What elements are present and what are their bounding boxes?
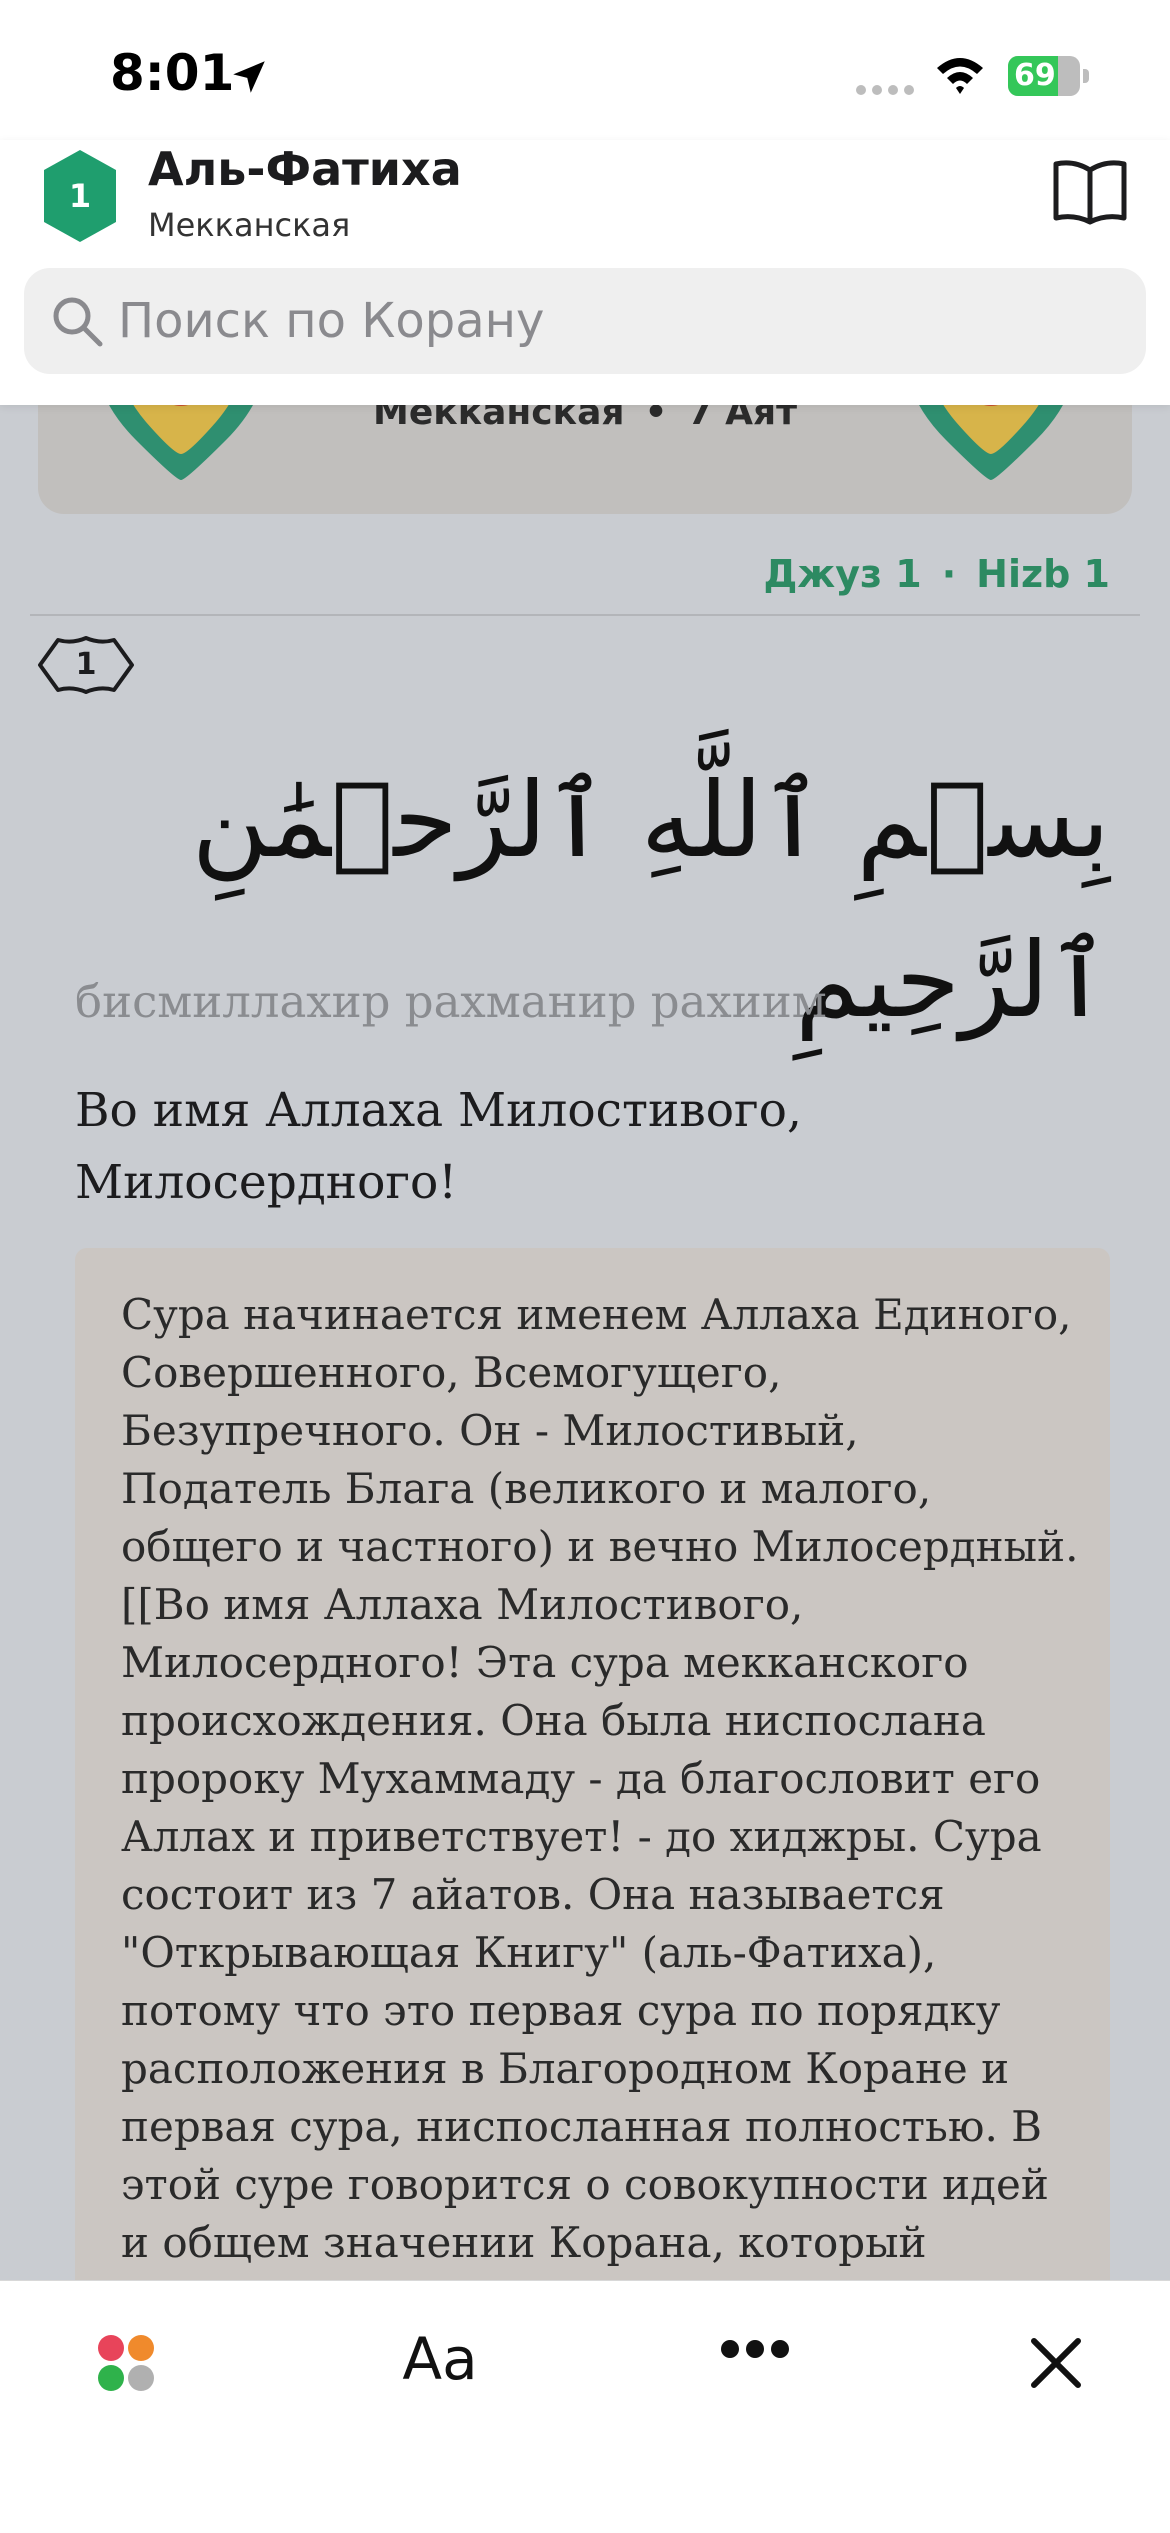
book-open-icon[interactable] (1052, 158, 1128, 226)
location-arrow-icon (233, 61, 265, 93)
surah-number-badge[interactable]: 1 (42, 148, 118, 244)
tafsir-text[interactable]: Сура начинается именем Аллаха Единого, С… (121, 1286, 1081, 2330)
cellular-signal-icon (856, 85, 914, 95)
color-palette-icon[interactable] (96, 2333, 156, 2393)
divider (30, 614, 1140, 616)
surah-type-label: Мекканская (148, 206, 351, 244)
wifi-icon (937, 58, 983, 94)
ayah-transliteration[interactable]: бисмиллахир рахманир рахиим (75, 975, 1115, 1028)
bottom-toolbar: Aa (0, 2280, 1170, 2533)
search-bar[interactable] (24, 268, 1146, 374)
surah-number: 1 (68, 177, 92, 215)
battery-cap (1083, 69, 1089, 83)
juz-hizb-label: Джуз 1 · Hizb 1 (0, 552, 1110, 596)
search-icon (53, 297, 103, 347)
juz-separator: · (941, 552, 957, 596)
battery-charging-icon: 69 (1008, 56, 1089, 96)
ayah-number: 1 (75, 647, 97, 682)
battery-level: 69 (1014, 58, 1056, 93)
more-dots-icon[interactable] (720, 2339, 790, 2359)
status-bar: 8:01 69 (0, 0, 1170, 140)
hizb-label: Hizb 1 (976, 552, 1110, 596)
tafsir-box: Сура начинается именем Аллаха Единого, С… (75, 1248, 1110, 2348)
juz-label: Джуз 1 (763, 552, 922, 596)
ayah-number-badge[interactable]: 1 (36, 634, 136, 696)
font-size-button[interactable]: Aa (400, 2325, 480, 2393)
battery-body: 69 (1008, 56, 1080, 96)
app-header: 1 Аль-Фатиха Мекканская (0, 140, 1170, 405)
surah-name-title[interactable]: Аль-Фатиха (148, 142, 462, 196)
close-icon[interactable] (1030, 2337, 1082, 2389)
ayah-translation[interactable]: Во имя Аллаха Милостивого, Милосердного! (75, 1075, 1075, 1219)
status-time: 8:01 (110, 44, 235, 102)
search-input[interactable] (118, 268, 1118, 374)
